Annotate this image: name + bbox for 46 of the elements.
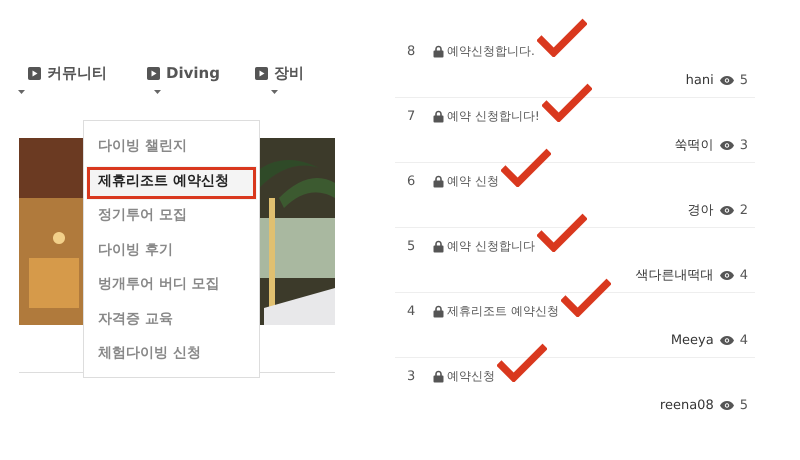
post-author: hani <box>686 72 714 88</box>
caret-icon <box>271 90 278 94</box>
post-author: 경아 <box>688 202 714 219</box>
play-icon <box>28 66 41 80</box>
menu-item[interactable]: 제휴리조트 예약신청 <box>86 166 257 200</box>
menu-item[interactable]: 체험다이빙 신청 <box>84 338 259 372</box>
post-title[interactable]: 예약 신청 <box>447 172 499 190</box>
post-number: 8 <box>406 44 416 58</box>
menu-item[interactable]: 벙개투어 버디 모집 <box>84 269 259 304</box>
post-title[interactable]: 제휴리조트 예약신청 <box>447 302 559 320</box>
post-number: 4 <box>406 304 416 318</box>
post-author: reena08 <box>660 398 714 412</box>
view-count: 5 <box>740 398 748 412</box>
post-number: 6 <box>406 174 416 188</box>
post-author: 쑥떡이 <box>674 137 714 154</box>
post-number: 5 <box>406 238 416 254</box>
menu-item[interactable]: 다이빙 챌린지 <box>84 131 259 166</box>
post-title[interactable]: 예약 신청합니다 <box>447 238 535 254</box>
view-count: 5 <box>740 72 748 88</box>
post-title[interactable]: 예약 신청합니다! <box>447 108 540 124</box>
caret-icon <box>18 90 25 94</box>
eye-icon <box>720 270 734 280</box>
view-count: 4 <box>740 268 748 282</box>
post-title[interactable]: 예약신청합니다. <box>447 42 535 60</box>
menu-item[interactable]: 자격증 교육 <box>84 304 259 338</box>
view-count: 2 <box>740 202 748 218</box>
post-author: Meeya <box>670 332 714 348</box>
eye-icon <box>720 140 734 150</box>
nav-link[interactable]: Diving <box>113 64 227 82</box>
post-number: 3 <box>406 368 416 384</box>
view-count: 4 <box>740 332 748 348</box>
post-number: 7 <box>406 108 416 124</box>
play-icon <box>254 66 268 80</box>
caret-icon <box>154 90 161 94</box>
play-icon <box>147 66 160 80</box>
post-author: 색다른내떡대 <box>636 267 714 284</box>
eye-icon <box>720 336 734 344</box>
post-title[interactable]: 예약신청 <box>447 368 495 384</box>
eye-icon <box>720 206 734 214</box>
menu-item[interactable]: 다이빙 후기 <box>84 234 259 269</box>
eye-icon <box>720 400 734 410</box>
nav-link[interactable]: 커뮤니티 <box>0 64 114 82</box>
nav-link[interactable]: 장비 <box>226 64 340 82</box>
view-count: 3 <box>740 138 748 152</box>
menu-item[interactable]: 정기투어 모집 <box>84 200 259 234</box>
eye-icon <box>720 76 734 84</box>
